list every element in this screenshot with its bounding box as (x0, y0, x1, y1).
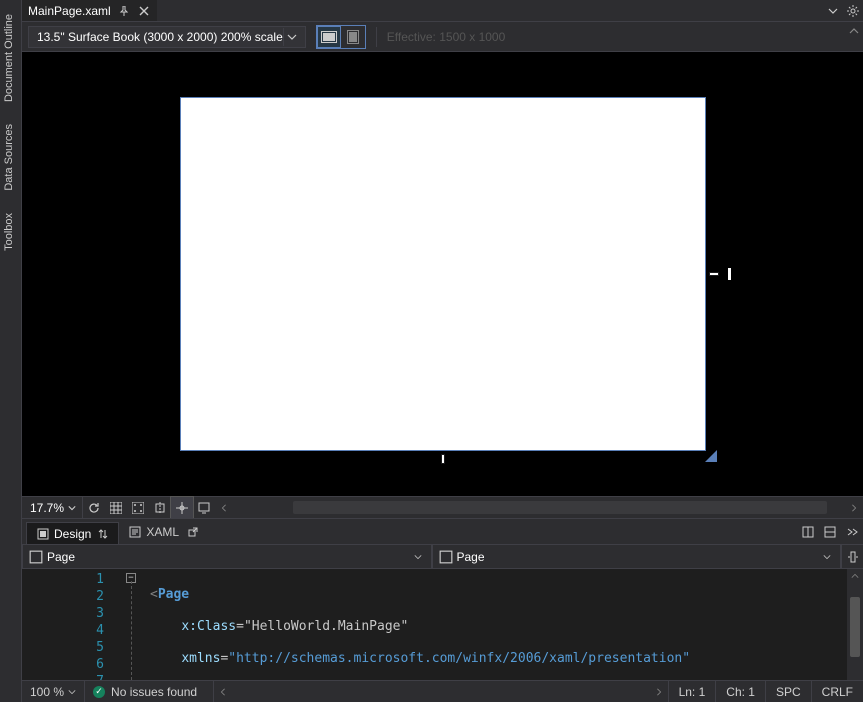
orientation-landscape-button[interactable] (318, 27, 340, 47)
resolution-label: 13.5" Surface Book (3000 x 2000) 200% sc… (37, 30, 283, 44)
scroll-left-icon[interactable] (214, 688, 232, 696)
check-icon: ✓ (93, 686, 105, 698)
editor-zoom-combo[interactable]: 100 % (22, 681, 85, 702)
scroll-up-icon[interactable] (847, 569, 863, 583)
breadcrumb-element-label: Page (47, 550, 409, 564)
design-horizontal-scrollbar[interactable] (233, 497, 845, 518)
code-content[interactable]: <Page x:Class="HelloWorld.MainPage" xmln… (150, 569, 847, 680)
xaml-breadcrumb-row: Page Page (22, 544, 863, 568)
document-tab-strip: MainPage.xaml (22, 0, 863, 22)
xaml-code-editor[interactable]: 1 2 3 4 5 6 7 − <Page x:Class="HelloWorl… (22, 568, 863, 680)
resize-handle-bottom[interactable] (441, 454, 445, 464)
editor-horizontal-scrollbar[interactable] (214, 681, 667, 702)
collapsed-panel-strip: Document Outline Data Sources Toolbox (0, 0, 22, 702)
breadcrumb-element-combo[interactable]: Page (22, 545, 432, 568)
scrollbar-thumb[interactable] (850, 597, 860, 657)
design-canvas[interactable] (22, 52, 863, 496)
hscroll-left-icon[interactable] (215, 497, 233, 518)
design-zoom-value: 17.7% (30, 501, 64, 515)
line-number: 5 (22, 639, 104, 656)
scrollbar-thumb[interactable] (293, 501, 827, 514)
design-zoom-combo[interactable]: 17.7% (22, 497, 83, 518)
scroll-right-icon[interactable] (650, 688, 668, 696)
snap-grid-icon[interactable] (127, 497, 149, 518)
resize-handle-corner[interactable] (705, 450, 717, 462)
split-view-tabbar: Design XAML (22, 518, 863, 544)
split-horizontal-icon[interactable] (819, 519, 841, 544)
tab-overflow-icon[interactable] (823, 0, 843, 21)
line-number: 2 (22, 588, 104, 605)
pushpin-icon[interactable] (117, 4, 131, 18)
issues-text: No issues found (111, 685, 197, 699)
split-editor-icon[interactable] (841, 545, 863, 568)
editor-column: MainPage.xaml 13.5" Surface Book (3000 x… (22, 0, 863, 702)
panel-tab-toolbox[interactable]: Toolbox (0, 205, 21, 259)
line-number: 6 (22, 656, 104, 673)
panel-tab-data-sources[interactable]: Data Sources (0, 116, 21, 199)
orientation-toggle-group (316, 25, 366, 49)
gear-icon[interactable] (843, 0, 863, 21)
chevron-down-icon (68, 504, 76, 512)
design-view-bar: 17.7% (22, 496, 863, 518)
issues-indicator[interactable]: ✓ No issues found (85, 681, 214, 702)
device-preview-icon[interactable] (193, 497, 215, 518)
resolution-dropdown[interactable]: 13.5" Surface Book (3000 x 2000) 200% sc… (28, 26, 306, 48)
orientation-portrait-button[interactable] (342, 27, 364, 47)
swap-panes-icon[interactable] (98, 529, 108, 539)
line-number: 1 (22, 571, 104, 588)
element-icon (439, 550, 453, 564)
hscroll-right-icon[interactable] (845, 497, 863, 518)
editor-status-bar: 100 % ✓ No issues found Ln: 1 Ch: 1 SPC … (22, 680, 863, 702)
line-ending-indicator[interactable]: CRLF (811, 681, 863, 702)
snapline-icon[interactable] (149, 497, 171, 518)
editor-vertical-scrollbar[interactable] (847, 569, 863, 680)
close-icon[interactable] (137, 4, 151, 18)
grid-icon[interactable] (105, 497, 127, 518)
tab-xaml[interactable]: XAML (119, 519, 208, 544)
document-tab-title: MainPage.xaml (28, 4, 111, 18)
design-icon (37, 528, 49, 540)
chevron-down-icon (283, 28, 301, 46)
tab-xaml-label: XAML (146, 525, 179, 539)
indent-mode-indicator[interactable]: SPC (765, 681, 811, 702)
split-vertical-icon[interactable] (797, 519, 819, 544)
caret-col-indicator[interactable]: Ch: 1 (715, 681, 765, 702)
outlining-margin[interactable]: − (112, 569, 150, 680)
document-tab-mainpage[interactable]: MainPage.xaml (22, 0, 157, 21)
panel-tab-document-outline[interactable]: Document Outline (0, 6, 21, 110)
chevron-down-icon (818, 553, 836, 561)
element-icon (29, 550, 43, 564)
effective-size-label: Effective: 1500 x 1000 (387, 30, 506, 44)
snap-to-snaplines-icon[interactable] (171, 497, 193, 518)
tab-design-label: Design (54, 527, 91, 541)
snap-marker-right (728, 268, 731, 280)
chevron-down-icon (68, 688, 76, 696)
line-number: 3 (22, 605, 104, 622)
caret-line-indicator[interactable]: Ln: 1 (668, 681, 716, 702)
refresh-icon[interactable] (83, 497, 105, 518)
breadcrumb-member-label: Page (457, 550, 819, 564)
popout-icon[interactable] (188, 527, 198, 537)
tab-design[interactable]: Design (26, 522, 119, 544)
breadcrumb-member-combo[interactable]: Page (432, 545, 842, 568)
line-number: 4 (22, 622, 104, 639)
toolbar-separator (376, 27, 377, 47)
designer-toolbar: 13.5" Surface Book (3000 x 2000) 200% sc… (22, 22, 863, 52)
line-number-gutter: 1 2 3 4 5 6 7 (22, 569, 112, 680)
artboard-page[interactable] (181, 98, 705, 450)
scroll-up-icon[interactable] (849, 26, 859, 36)
chevron-down-icon (409, 553, 427, 561)
editor-zoom-value: 100 % (30, 685, 64, 699)
xaml-icon (129, 526, 141, 538)
fold-guide (131, 581, 132, 680)
line-number: 7 (22, 673, 104, 680)
collapse-pane-icon[interactable] (841, 519, 863, 544)
resize-handle-right[interactable] (709, 272, 719, 276)
